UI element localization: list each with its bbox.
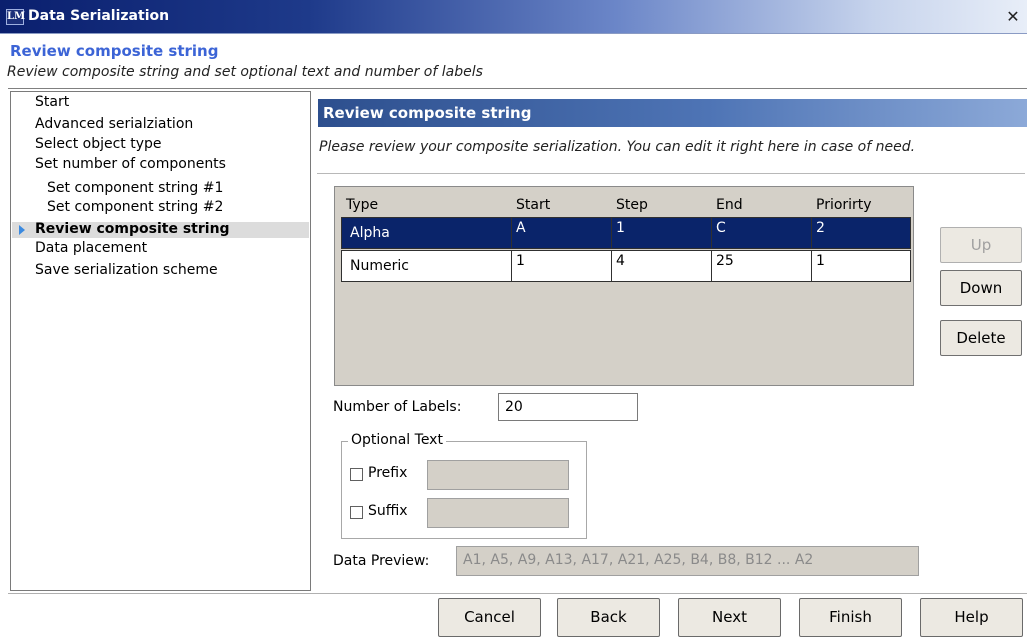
- table-row[interactable]: Alpha A 1 C 2: [341, 217, 911, 249]
- column-header-end[interactable]: End: [716, 197, 743, 213]
- step-set-component-string-2[interactable]: Set component string #2: [47, 199, 223, 216]
- help-button[interactable]: Help: [920, 598, 1023, 637]
- back-button[interactable]: Back: [557, 598, 660, 637]
- step-review-composite-string[interactable]: Review composite string: [35, 221, 230, 238]
- number-of-labels-input[interactable]: 20: [498, 393, 638, 421]
- page-subtitle: Review composite string and set optional…: [7, 64, 483, 80]
- section-title: Review composite string: [318, 99, 1027, 127]
- prefix-checkbox[interactable]: [350, 468, 363, 481]
- app-logo-icon: LM: [6, 9, 25, 25]
- components-grid: Type Start Step End Priorirty Alpha A 1 …: [334, 186, 914, 386]
- wizard-header: Review composite string Review composite…: [0, 36, 1027, 88]
- optional-text-legend: Optional Text: [348, 432, 446, 448]
- step-set-component-string-1[interactable]: Set component string #1: [47, 180, 223, 197]
- cell-end[interactable]: 25: [712, 251, 812, 281]
- wizard-step-list: Start Advanced serialziation Select obje…: [10, 91, 311, 591]
- window-title: Data Serialization: [28, 8, 170, 24]
- column-header-type[interactable]: Type: [346, 197, 378, 213]
- cell-step[interactable]: 4: [612, 251, 712, 281]
- data-preview-field: A1, A5, A9, A13, A17, A21, A25, B4, B8, …: [456, 546, 919, 576]
- cell-start[interactable]: A: [512, 218, 612, 248]
- suffix-checkbox[interactable]: [350, 506, 363, 519]
- move-up-button[interactable]: Up: [940, 227, 1022, 263]
- data-preview-label: Data Preview:: [333, 553, 430, 569]
- grid-header: Type Start Step End Priorirty: [340, 197, 910, 217]
- cell-type[interactable]: Alpha: [342, 218, 512, 248]
- suffix-label[interactable]: Suffix: [368, 503, 408, 519]
- title-bar: LM Data Serialization ✕: [0, 0, 1027, 34]
- finish-button[interactable]: Finish: [799, 598, 902, 637]
- number-of-labels-label: Number of Labels:: [333, 399, 462, 415]
- page-title: Review composite string: [10, 42, 219, 60]
- cell-priority[interactable]: 1: [812, 251, 910, 281]
- prefix-label[interactable]: Prefix: [368, 465, 407, 481]
- cell-end[interactable]: C: [712, 218, 812, 248]
- step-start[interactable]: Start: [35, 94, 69, 111]
- cell-type[interactable]: Numeric: [342, 251, 512, 281]
- step-select-object-type[interactable]: Select object type: [35, 136, 162, 153]
- optional-text-group: Optional Text Prefix Suffix: [341, 432, 587, 539]
- step-content: Review composite string Please review yo…: [311, 89, 1027, 595]
- divider: [317, 173, 1025, 174]
- step-data-placement[interactable]: Data placement: [35, 240, 147, 257]
- column-header-start[interactable]: Start: [516, 197, 550, 213]
- current-step-arrow-icon: [19, 225, 25, 235]
- move-down-button[interactable]: Down: [940, 270, 1022, 306]
- cell-start[interactable]: 1: [512, 251, 612, 281]
- close-icon[interactable]: ✕: [1005, 9, 1021, 25]
- column-header-step[interactable]: Step: [616, 197, 648, 213]
- prefix-input[interactable]: [427, 460, 569, 490]
- delete-button[interactable]: Delete: [940, 320, 1022, 356]
- cell-priority[interactable]: 2: [812, 218, 910, 248]
- step-save-serialization-scheme[interactable]: Save serialization scheme: [35, 262, 218, 279]
- step-advanced-serialization[interactable]: Advanced serialziation: [35, 116, 193, 133]
- wizard-body: Start Advanced serialziation Select obje…: [8, 88, 1027, 594]
- cell-step[interactable]: 1: [612, 218, 712, 248]
- next-button[interactable]: Next: [678, 598, 781, 637]
- section-description: Please review your composite serializati…: [319, 139, 916, 155]
- step-set-number-of-components[interactable]: Set number of components: [35, 156, 226, 173]
- column-header-priority[interactable]: Priorirty: [816, 197, 872, 213]
- table-row[interactable]: Numeric 1 4 25 1: [341, 250, 911, 282]
- suffix-input[interactable]: [427, 498, 569, 528]
- cancel-button[interactable]: Cancel: [438, 598, 541, 637]
